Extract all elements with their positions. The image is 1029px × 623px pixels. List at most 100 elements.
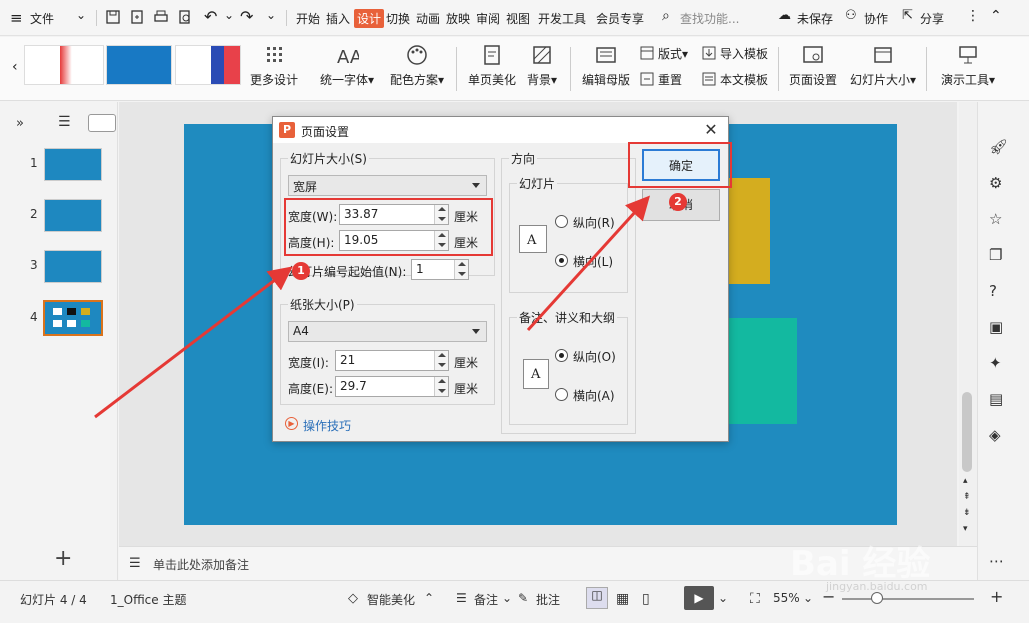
scroll-thumb[interactable] [962, 392, 972, 472]
paper-width-spinner[interactable] [434, 351, 448, 370]
thumbnail-view-icon[interactable] [88, 114, 116, 132]
normal-view-icon[interactable]: ◫ [586, 587, 608, 609]
paper-size-select[interactable]: A4 [288, 321, 487, 342]
next-slide-icon[interactable]: ⇟ [963, 508, 971, 518]
file-menu[interactable]: 文件 [30, 10, 54, 27]
zoom-in-icon[interactable]: + [990, 587, 1003, 606]
more-design-button[interactable]: 更多设计 [248, 43, 300, 88]
notes-button[interactable]: 备注 [474, 591, 498, 608]
customize-toolbar-icon[interactable]: ⌄ [266, 8, 276, 22]
landscape-a-radio[interactable] [555, 388, 568, 401]
zoom-slider[interactable] [842, 598, 974, 600]
save-icon[interactable] [105, 9, 121, 25]
landscape-radio[interactable] [555, 254, 568, 267]
edit-master-button[interactable]: 编辑母版 [580, 43, 632, 88]
landscape-a-label[interactable]: 横向(A) [573, 387, 615, 404]
notes-placeholder[interactable]: 单击此处添加备注 [153, 556, 249, 573]
paper-height-input[interactable]: 29.7 [335, 376, 449, 397]
slide-thumbnail-selected[interactable] [43, 300, 103, 336]
theme-name[interactable]: 1_Office 主题 [110, 591, 186, 608]
outline-view-icon[interactable]: ☰ [58, 114, 71, 130]
search-input[interactable]: 查找功能... [680, 10, 739, 27]
slide-thumbnail[interactable] [44, 199, 102, 232]
scroll-left-icon[interactable]: ‹ [12, 59, 18, 75]
collapse-ribbon-icon[interactable]: ⌃ [990, 8, 1002, 24]
redo-icon[interactable]: ↷ [240, 7, 253, 26]
copy-icon[interactable]: ❐ [989, 246, 1007, 264]
tab-slideshow[interactable]: 放映 [446, 10, 470, 27]
collaborate-button[interactable]: 协作 [864, 10, 888, 27]
more-icon[interactable]: ⋯ [989, 552, 1007, 570]
scroll-down-icon[interactable]: ▾ [963, 524, 968, 534]
tab-home[interactable]: 开始 [296, 10, 320, 27]
reset-button[interactable]: 重置 [640, 71, 682, 88]
tab-developer[interactable]: 开发工具 [538, 10, 586, 27]
presentation-tools-button[interactable]: 演示工具▾ [938, 43, 998, 88]
add-slide-icon[interactable]: + [54, 546, 72, 571]
chevron-down-icon[interactable]: ⌄ [718, 591, 728, 605]
portrait-radio[interactable] [555, 215, 568, 228]
design-thumbnail[interactable] [24, 45, 104, 85]
reading-view-icon[interactable]: ▯ [642, 591, 650, 607]
color-scheme-button[interactable]: 配色方案▾ [386, 43, 448, 88]
start-number-input[interactable]: 1 [411, 259, 469, 280]
comments-button[interactable]: 批注 [536, 591, 560, 608]
tab-review[interactable]: 审阅 [476, 10, 500, 27]
slide-thumbnail[interactable] [44, 148, 102, 181]
vertical-scrollbar[interactable]: ▴ ⇞ ⇟ ▾ [959, 102, 977, 546]
chevron-down-icon[interactable]: ⌄ [224, 8, 234, 22]
landscape-l-label[interactable]: 横向(L) [573, 253, 613, 270]
close-icon[interactable]: ✕ [700, 119, 722, 141]
tab-design[interactable]: 设计 [354, 9, 385, 28]
import-template-button[interactable]: 导入模板 [702, 45, 768, 62]
portrait-r-label[interactable]: 纵向(R) [573, 214, 615, 231]
chevron-down-icon[interactable]: ⌄ [803, 591, 813, 605]
chevron-down-icon[interactable]: ⌄ [76, 8, 86, 22]
slide-size-button[interactable]: 幻灯片大小▾ [848, 43, 918, 88]
chevron-down-icon[interactable]: ⌄ [502, 591, 512, 605]
background-button[interactable]: 背景▾ [522, 43, 562, 88]
tab-member[interactable]: 会员专享 [596, 10, 644, 27]
export-icon[interactable] [129, 9, 145, 25]
smart-beautify-button[interactable]: 智能美化 [367, 591, 415, 608]
print-preview-icon[interactable] [177, 9, 193, 25]
start-number-spinner[interactable] [454, 260, 468, 279]
sliders-icon[interactable]: ⚙ [989, 174, 1007, 192]
portrait-o-label[interactable]: 纵向(O) [573, 348, 616, 365]
tab-insert[interactable]: 插入 [326, 10, 350, 27]
zoom-slider-thumb[interactable] [871, 592, 883, 604]
unify-font-button[interactable]: AA 统一字体▾ [316, 43, 378, 88]
tab-transitions[interactable]: 切换 [386, 10, 410, 27]
image-icon[interactable]: ▣ [989, 318, 1007, 336]
paper-width-input[interactable]: 21 [335, 350, 449, 371]
hamburger-icon[interactable]: ≡ [10, 9, 23, 27]
expand-icon[interactable]: ⌃ [424, 591, 434, 605]
yellow-shape[interactable] [729, 178, 770, 284]
undo-icon[interactable]: ↶ [204, 7, 217, 26]
play-icon[interactable]: ▶ [684, 586, 714, 610]
green-shape[interactable] [729, 318, 797, 424]
layout-button[interactable]: 版式▾ [640, 45, 688, 62]
prev-slide-icon[interactable]: ⇞ [963, 492, 971, 502]
slide-sorter-icon[interactable]: ▦ [616, 591, 629, 607]
page-setup-button[interactable]: 页面设置 [786, 43, 840, 88]
single-page-beautify-button[interactable]: 单页美化 [466, 43, 518, 88]
design-thumbnail[interactable] [106, 45, 172, 85]
slide-thumbnail[interactable] [44, 250, 102, 283]
text-template-button[interactable]: 本文模板 [702, 71, 768, 88]
slide-size-select[interactable]: 宽屏 [288, 175, 487, 196]
zoom-level[interactable]: 55% [773, 591, 800, 605]
bulb-icon[interactable]: ✦ [989, 354, 1007, 372]
unsaved-status[interactable]: 未保存 [797, 10, 833, 27]
more-icon[interactable]: ⋮ [966, 8, 980, 24]
share-button[interactable]: 分享 [920, 10, 944, 27]
help-icon[interactable]: ? [989, 282, 1007, 300]
paper-height-spinner[interactable] [434, 377, 448, 396]
print-icon[interactable] [153, 9, 169, 25]
rocket-icon[interactable]: 🚀︎ [989, 138, 1008, 156]
scroll-up-icon[interactable]: ▴ [963, 476, 968, 486]
dialog-titlebar[interactable]: P 页面设置 ✕ [273, 117, 728, 143]
tab-animations[interactable]: 动画 [416, 10, 440, 27]
expand-panel-icon[interactable]: » [16, 116, 24, 131]
design-thumbnail[interactable] [175, 45, 241, 85]
